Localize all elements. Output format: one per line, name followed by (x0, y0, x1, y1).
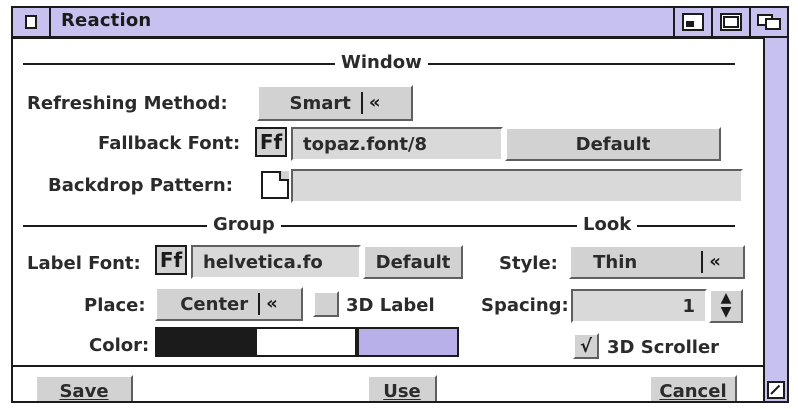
backdrop-pattern-field[interactable] (291, 169, 743, 203)
label-font-icon[interactable]: Ff (155, 245, 187, 275)
label-3d-label: 3D Label (346, 295, 435, 316)
cancel-button-label: Cancel (659, 380, 727, 402)
style-label: Style: (499, 253, 558, 274)
spacing-input[interactable]: 1 (571, 289, 707, 323)
cycle-separator (360, 92, 363, 114)
cycle-arrows-icon: « (709, 251, 721, 272)
close-button[interactable] (13, 8, 51, 36)
refreshing-method-cycle[interactable]: Smart « (257, 85, 413, 121)
color-swatch-lavender[interactable] (357, 327, 459, 357)
label-font-label: Label Font: (27, 253, 141, 274)
label-font-field[interactable]: helvetica.fo (191, 245, 361, 279)
zoom-icon (682, 13, 704, 31)
save-button-label: Save (59, 380, 109, 402)
refreshing-method-label: Refreshing Method: (27, 93, 228, 114)
cycle-arrows-icon: « (266, 293, 278, 314)
fallback-font-field[interactable]: topaz.font/8 (291, 127, 503, 161)
place-label: Place: (84, 295, 146, 316)
look-section-title: Look (577, 214, 638, 235)
style-value: Thin (593, 251, 638, 273)
place-cycle[interactable]: Center « (155, 287, 303, 321)
depth-button[interactable] (749, 8, 787, 36)
spacing-label: Spacing: (481, 295, 569, 316)
titlebar-buttons (673, 8, 787, 36)
backdrop-pattern-label: Backdrop Pattern: (48, 175, 233, 196)
window-section-title: Window (335, 52, 428, 73)
label-font-default-button[interactable]: Default (363, 245, 463, 279)
page-icon[interactable] (261, 171, 289, 199)
cycle-arrows-icon: « (368, 92, 381, 113)
label-3d-checkbox[interactable] (313, 291, 339, 317)
color-swatch-black[interactable] (155, 327, 255, 357)
color-swatch-white[interactable] (255, 327, 357, 357)
cycle-separator (258, 293, 261, 315)
place-value: Center (180, 293, 249, 315)
refreshing-method-value: Smart (289, 92, 351, 114)
spinner-arrows-icon: ▲ ▼ (720, 290, 732, 320)
iconify-icon (720, 13, 742, 31)
window-title: Reaction (61, 10, 152, 31)
save-button[interactable]: Save (35, 375, 133, 402)
color-label: Color: (89, 335, 150, 356)
close-box-icon (25, 15, 37, 29)
scroller-3d-label: 3D Scroller (607, 337, 720, 358)
right-border (765, 38, 787, 401)
resize-grip-icon[interactable] (767, 381, 785, 399)
use-button[interactable]: Use (367, 375, 437, 402)
zoom-button[interactable] (673, 8, 711, 36)
fallback-font-default-button[interactable]: Default (505, 127, 721, 161)
spacing-spinner[interactable]: ▲ ▼ (709, 289, 743, 323)
reaction-window: Reaction Window Refreshing Method: Smart… (11, 6, 789, 403)
fallback-font-label: Fallback Font: (98, 133, 241, 154)
font-icon[interactable]: Ff (255, 127, 287, 157)
cancel-button[interactable]: Cancel (649, 375, 737, 402)
scroller-3d-checkbox[interactable]: √ (573, 333, 599, 359)
depth-icon (757, 14, 781, 30)
style-cycle[interactable]: Thin « (569, 245, 745, 279)
use-button-label: Use (383, 380, 421, 402)
window-content: Window Refreshing Method: Smart « Fallba… (13, 38, 765, 401)
group-section-title: Group (207, 214, 281, 235)
titlebar[interactable]: Reaction (13, 8, 787, 38)
cycle-separator (701, 251, 704, 273)
bottom-divider (13, 365, 765, 367)
iconify-button[interactable] (711, 8, 749, 36)
